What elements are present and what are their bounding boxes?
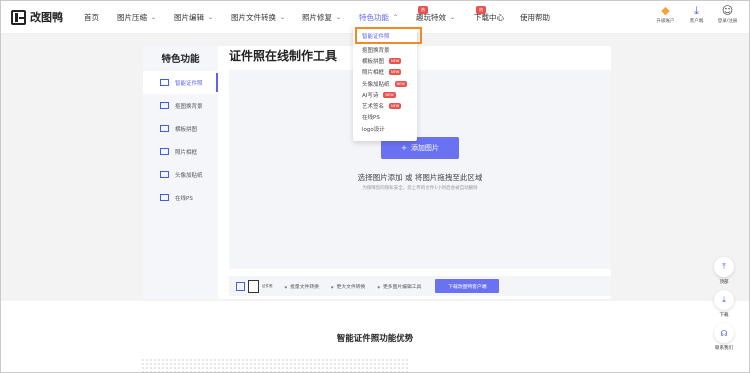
- privacy-note: 为保障您的隐私安全，您上传的文件1小时后会被自动删除: [362, 186, 478, 191]
- upload-hint: 选择图片添加 或 将图片拖拽至此区域: [357, 173, 483, 182]
- headset-icon: ☊: [714, 323, 734, 343]
- cutout-icon: [160, 102, 169, 109]
- nav-item-help[interactable]: 使用帮助: [520, 12, 550, 23]
- nav-item-compress[interactable]: 图片压缩 ⌄: [117, 12, 174, 23]
- account-actions: ◆ 升级账户 ⤓ 客户端 ☺ 登录/注册: [648, 4, 741, 25]
- to-top-icon: ⤒: [714, 257, 734, 277]
- more-tools-link[interactable]: 更多图片编辑工具: [377, 283, 421, 290]
- new-badge: NEW: [394, 80, 407, 87]
- chevron-down-icon: ⌄: [151, 14, 157, 21]
- nav-item-convert[interactable]: 图片文件转换 ⌄: [231, 12, 302, 23]
- chevron-down-icon: ⌄: [450, 14, 456, 21]
- sidebar-title: 特色功能: [161, 54, 200, 65]
- upload-dropzone[interactable]: + 添加图片 选择图片添加 或 将图片拖拽至此区域 为保障您的隐私安全，您上传的…: [229, 70, 611, 269]
- sidebar-item-frame[interactable]: 照片相框: [143, 140, 218, 163]
- nav-item-repair[interactable]: 照片修复 ⌄: [302, 12, 359, 23]
- new-badge: NEW: [389, 57, 402, 64]
- image-mode-icon[interactable]: [236, 281, 245, 291]
- new-badge: NEW: [389, 69, 402, 76]
- dropdown-item-sticker[interactable]: 头像加贴纸 NEW: [353, 78, 417, 89]
- sidebar-item-sticker[interactable]: 头像加贴纸: [143, 163, 218, 186]
- id-photo-mode-icon[interactable]: [248, 279, 259, 293]
- dropdown-item-frame[interactable]: 照片相框 NEW: [353, 67, 417, 78]
- dropdown-item-id-photo[interactable]: 智能证件照: [355, 27, 422, 44]
- mode-switcher: 证件照: [236, 279, 273, 293]
- dotted-decoration: [141, 358, 409, 372]
- contact-us-button[interactable]: ☊ 联系我们: [713, 323, 735, 351]
- nav-item-edit[interactable]: 图片编辑 ⌄: [174, 12, 231, 23]
- sidebar-item-collage[interactable]: 横板拼图: [143, 117, 218, 140]
- main-nav: 首页 图片压缩 ⌄ 图片编辑 ⌄ 图片文件转换 ⌄ 照片修复 ⌄ 特色功能 ⌃ 热 趣玩特效…: [84, 6, 550, 23]
- dropdown-item-ai-poem[interactable]: AI写诗 NEW: [353, 89, 417, 100]
- frame-icon: [160, 148, 169, 155]
- download-icon: ⤓: [694, 4, 699, 17]
- upgrade-account-button[interactable]: ◆ 升级账户: [652, 4, 679, 25]
- dropdown-item-signature[interactable]: 艺术签名 NEW: [353, 100, 417, 111]
- chevron-down-icon: ⌄: [280, 14, 286, 21]
- bottom-toolbar: 证件照 批量文件转换 更大文件转换 更多图片编辑工具 下载改图鸭客户端: [229, 276, 611, 296]
- features-sidebar: 特色功能 智能证件照 抠图换背景 横板拼图 照片相框 头像加贴纸 在线PS: [143, 46, 218, 299]
- mode-label: 证件照: [262, 283, 273, 288]
- page-title: 证件照在线制作工具: [229, 49, 338, 63]
- chevron-up-icon: ⌃: [393, 14, 399, 21]
- back-to-top-button[interactable]: ⤒ 顶部: [713, 257, 735, 285]
- nav-item-effects[interactable]: 趣玩特效 ⌄ 热: [416, 6, 486, 23]
- plus-icon: +: [401, 144, 407, 152]
- dropdown-item-logo[interactable]: logo设计: [353, 123, 417, 134]
- chevron-down-icon: ⌄: [208, 14, 214, 21]
- new-badge: NEW: [383, 91, 396, 98]
- larger-file-link[interactable]: 更大文件转换: [331, 283, 366, 290]
- batch-convert-link[interactable]: 批量文件转换: [285, 283, 319, 290]
- nav-item-download-center[interactable]: 下载中心: [474, 12, 520, 23]
- sidebar-item-id-photo[interactable]: 智能证件照: [143, 71, 218, 94]
- ps-icon: [160, 194, 169, 201]
- client-download-button[interactable]: ⤓ 客户端: [683, 4, 710, 25]
- logo-text: 改图鸭: [30, 11, 63, 24]
- page-frame: 改图鸭 首页 图片压缩 ⌄ 图片编辑 ⌄ 图片文件转换 ⌄ 照片修复 ⌄ 特色功能 ⌃ 热 …: [0, 0, 750, 373]
- features-dropdown: 智能证件照 抠图换背景 横板拼图 NEW 照片相框 NEW 头像加贴纸 NEW AI写…: [353, 24, 422, 141]
- id-photo-icon: [160, 79, 169, 86]
- logo[interactable]: 改图鸭: [11, 9, 63, 25]
- new-badge: NEW: [389, 103, 402, 110]
- sidebar-item-cutout[interactable]: 抠图换背景: [143, 94, 218, 117]
- sticker-icon: [160, 171, 169, 178]
- dropdown-item-cutout[interactable]: 抠图换背景: [353, 44, 417, 55]
- download-icon: ⤓: [714, 290, 734, 310]
- nav-item-home[interactable]: 首页: [84, 12, 117, 23]
- float-download-button[interactable]: ⤓ 下载: [713, 290, 735, 318]
- logo-icon: [11, 9, 26, 25]
- advantages-section: 智能证件照功能优势: [1, 301, 749, 372]
- dropdown-item-online-ps[interactable]: 在线PS: [353, 112, 417, 123]
- section-title: 智能证件照功能优势: [336, 334, 414, 344]
- nav-item-features[interactable]: 特色功能 ⌃ 热: [359, 6, 428, 23]
- chevron-down-icon: ⌄: [336, 14, 342, 21]
- download-client-button[interactable]: 下载改图鸭客户端: [435, 279, 500, 293]
- login-register-button[interactable]: ☺ 登录/注册: [714, 4, 741, 25]
- dropdown-item-collage[interactable]: 横板拼图 NEW: [353, 55, 417, 66]
- user-icon: ☺: [721, 4, 734, 17]
- collage-icon: [160, 125, 169, 132]
- sidebar-item-online-ps[interactable]: 在线PS: [143, 186, 218, 209]
- diamond-icon: ◆: [661, 4, 670, 17]
